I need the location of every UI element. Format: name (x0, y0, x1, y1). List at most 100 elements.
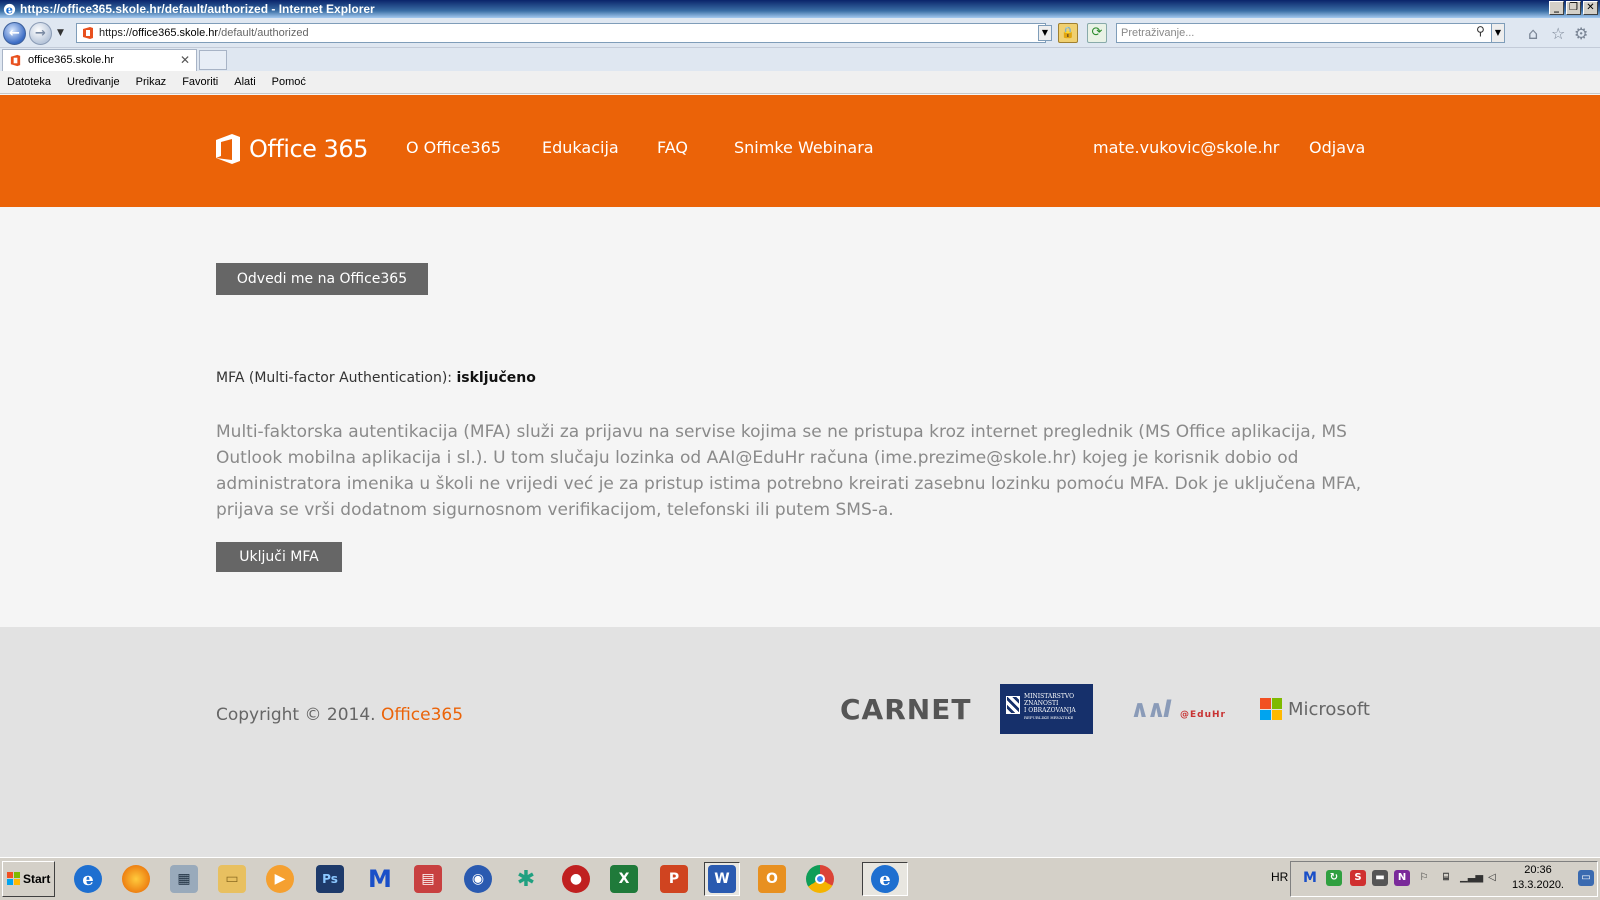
taskbar-malwarebytes-icon[interactable]: M (362, 862, 398, 896)
site-header: Office 365 O Office365 Edukacija FAQ Sni… (0, 95, 1600, 207)
url-prefix: https:// (99, 27, 133, 39)
tray-sync-icon[interactable]: ↻ (1326, 870, 1342, 886)
taskbar-ie-icon[interactable]: e (70, 862, 106, 896)
mfa-value: isključeno (456, 370, 536, 386)
window-controls: _ ❐ ✕ (1549, 1, 1598, 15)
new-tab-button[interactable] (199, 50, 227, 70)
tray-volume-icon[interactable]: ◁ (1484, 870, 1500, 886)
tray-app-icon[interactable]: S (1350, 870, 1366, 886)
tray-monitor-icon[interactable]: ▬ (1372, 870, 1388, 886)
mfa-label: MFA (Multi-factor Authentication): (216, 370, 453, 386)
clock-time: 20:36 (1524, 864, 1552, 876)
menu-view[interactable]: Prikaz (136, 76, 167, 88)
language-indicator[interactable]: HR (1271, 870, 1288, 884)
croatia-crest-icon (1006, 696, 1020, 714)
window-title: https://office365.skole.hr/default/autho… (20, 2, 375, 16)
tab-close-icon[interactable]: ✕ (180, 53, 190, 67)
taskbar-chrome-icon[interactable] (802, 862, 838, 896)
maximize-icon[interactable]: ❐ (1566, 1, 1581, 15)
url-input[interactable]: https://office365.skole.hr/default/autho… (76, 23, 1046, 43)
microsoft-grid-icon (1260, 698, 1282, 720)
taskbar-word-icon[interactable]: W (704, 862, 740, 896)
show-desktop-icon[interactable]: ▭ (1578, 870, 1594, 886)
tray-usb-icon[interactable]: ⌸ (1438, 870, 1454, 886)
start-button[interactable]: Start (2, 861, 55, 897)
tab-bar: office365.skole.hr ✕ (0, 48, 1600, 71)
windows-taskbar: Start e ▦ ▭ ▶ Ps M ▤ ◉ ✱ ● X P W O e HR … (0, 857, 1600, 900)
aai-mark-icon: ∧∧I (1130, 695, 1172, 723)
url-path: /default/authorized (218, 27, 309, 39)
nav-about-office365[interactable]: O Office365 (406, 138, 501, 157)
menu-edit[interactable]: Uređivanje (67, 76, 120, 88)
svg-text:e: e (6, 2, 13, 16)
url-dropdown-icon[interactable]: ▼ (1038, 25, 1052, 41)
url-host: office365.skole.hr (132, 27, 219, 39)
home-icon[interactable]: ⌂ (1528, 24, 1538, 43)
clock-date: 13.3.2020. (1512, 879, 1564, 891)
search-input[interactable]: Pretraživanje... (1116, 23, 1498, 43)
aai-eduhr-logo[interactable]: ∧∧I @EduHr (1130, 695, 1230, 725)
mfa-status: MFA (Multi-factor Authentication): isklj… (216, 370, 536, 386)
search-icon[interactable]: ⚲ (1476, 24, 1485, 38)
taskbar-outlook-icon[interactable]: O (754, 862, 790, 896)
mfa-description: Multi-faktorska autentikacija (MFA) služ… (216, 422, 1362, 520)
history-dropdown-icon[interactable]: ▼ (57, 28, 64, 38)
user-email-link[interactable]: mate.vukovic@skole.hr (1093, 138, 1279, 157)
taskbar-excel-icon[interactable]: X (606, 862, 642, 896)
nav-webinar-recordings[interactable]: Snimke Webinara (734, 138, 874, 157)
forward-icon[interactable]: → (29, 22, 52, 45)
enable-mfa-button[interactable]: Uključi MFA (216, 542, 342, 572)
system-clock[interactable]: 20:36 13.3.2020. (1512, 863, 1564, 893)
refresh-icon[interactable]: ⟳ (1087, 23, 1107, 43)
taskbar-shield-app-icon[interactable]: ◉ (460, 862, 496, 896)
office-logo-icon (216, 134, 240, 164)
menu-favorites[interactable]: Favoriti (182, 76, 218, 88)
favorites-star-icon[interactable]: ☆ (1551, 24, 1565, 43)
brand-name: Office 365 (249, 135, 368, 163)
tray-flag-icon[interactable]: ⚐ (1416, 870, 1432, 886)
close-icon[interactable]: ✕ (1583, 1, 1598, 15)
back-icon[interactable]: ← (3, 22, 26, 45)
menu-tools[interactable]: Alati (234, 76, 255, 88)
copyright-label: Copyright © 2014. (216, 705, 376, 725)
taskbar-media-player-icon[interactable]: ▶ (262, 862, 298, 896)
main-content: Odvedi me na Office365 MFA (Multi-factor… (0, 207, 1600, 627)
tab-title: office365.skole.hr (28, 54, 115, 66)
carnet-logo[interactable]: CARNET (840, 693, 971, 726)
taskbar-ie-active-icon[interactable]: e (862, 862, 908, 896)
goto-office365-button[interactable]: Odvedi me na Office365 (216, 263, 428, 295)
menu-file[interactable]: Datoteka (7, 76, 51, 88)
internet-explorer-icon: e (3, 2, 16, 16)
ministry-line-4: REPUBLIKE HRVATSKE (1024, 715, 1074, 720)
gear-icon[interactable]: ⚙ (1574, 24, 1588, 43)
lock-icon[interactable]: 🔒 (1058, 23, 1078, 43)
logout-link[interactable]: Odjava (1309, 138, 1365, 157)
eduhr-text: @EduHr (1180, 710, 1226, 720)
taskbar-calculator-icon[interactable]: ▦ (166, 862, 202, 896)
windows-flag-icon (7, 872, 20, 885)
taskbar-tv-app-icon[interactable]: ● (558, 862, 594, 896)
taskbar-powerpoint-icon[interactable]: P (656, 862, 692, 896)
microsoft-logo[interactable]: Microsoft (1260, 698, 1370, 720)
taskbar-star-app-icon[interactable]: ✱ (508, 862, 544, 896)
nav-faq[interactable]: FAQ (657, 138, 688, 157)
minimize-icon[interactable]: _ (1549, 1, 1564, 15)
start-label: Start (23, 872, 51, 886)
ministry-line-1: MINISTARSTVO (1024, 693, 1075, 700)
nav-education[interactable]: Edukacija (542, 138, 619, 157)
ministry-line-2: ZNANOSTI (1024, 700, 1059, 707)
copyright-office365-link[interactable]: Office365 (381, 705, 463, 725)
tray-onenote-icon[interactable]: N (1394, 870, 1410, 886)
taskbar-winrar-icon[interactable]: ▤ (410, 862, 446, 896)
taskbar-explorer-icon[interactable]: ▭ (214, 862, 250, 896)
menu-bar: Datoteka Uređivanje Prikaz Favoriti Alat… (0, 71, 1600, 94)
tray-network-icon[interactable]: ▁▃▅ (1460, 870, 1483, 886)
office365-logo[interactable]: Office 365 (215, 134, 368, 164)
tab-office365[interactable]: office365.skole.hr ✕ (2, 49, 197, 71)
tray-malwarebytes-icon[interactable]: M (1302, 870, 1318, 886)
taskbar-firefox-icon[interactable] (118, 862, 154, 896)
taskbar-photoshop-icon[interactable]: Ps (312, 862, 348, 896)
menu-help[interactable]: Pomoć (272, 76, 306, 88)
ministry-logo[interactable]: MINISTARSTVO ZNANOSTI I OBRAZOVANJA REPU… (1000, 684, 1093, 734)
search-dropdown-icon[interactable]: ▼ (1491, 23, 1505, 43)
